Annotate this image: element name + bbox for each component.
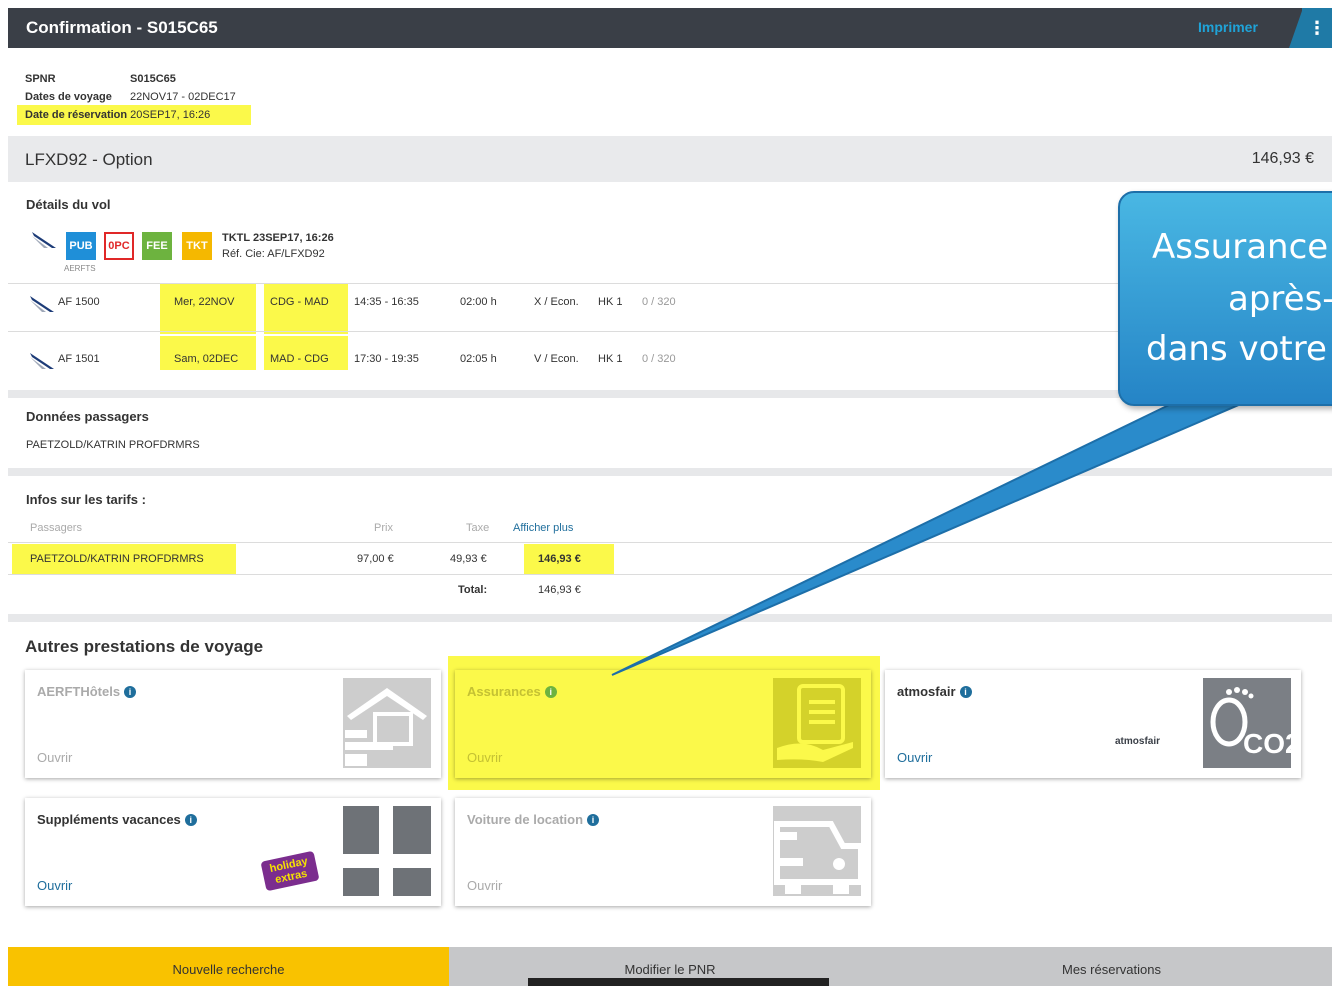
callout-bubble: Assurance après- dans votre	[1118, 191, 1332, 406]
callout-line1: Assurance	[1152, 227, 1329, 267]
confirmation-page: Confirmation - S015C65 Imprimer ⋮ SPNR S0…	[8, 8, 1332, 986]
callout-pointer	[611, 387, 1279, 676]
callout-line3: dans votre	[1146, 329, 1327, 369]
callout-line2: après-	[1228, 279, 1332, 319]
